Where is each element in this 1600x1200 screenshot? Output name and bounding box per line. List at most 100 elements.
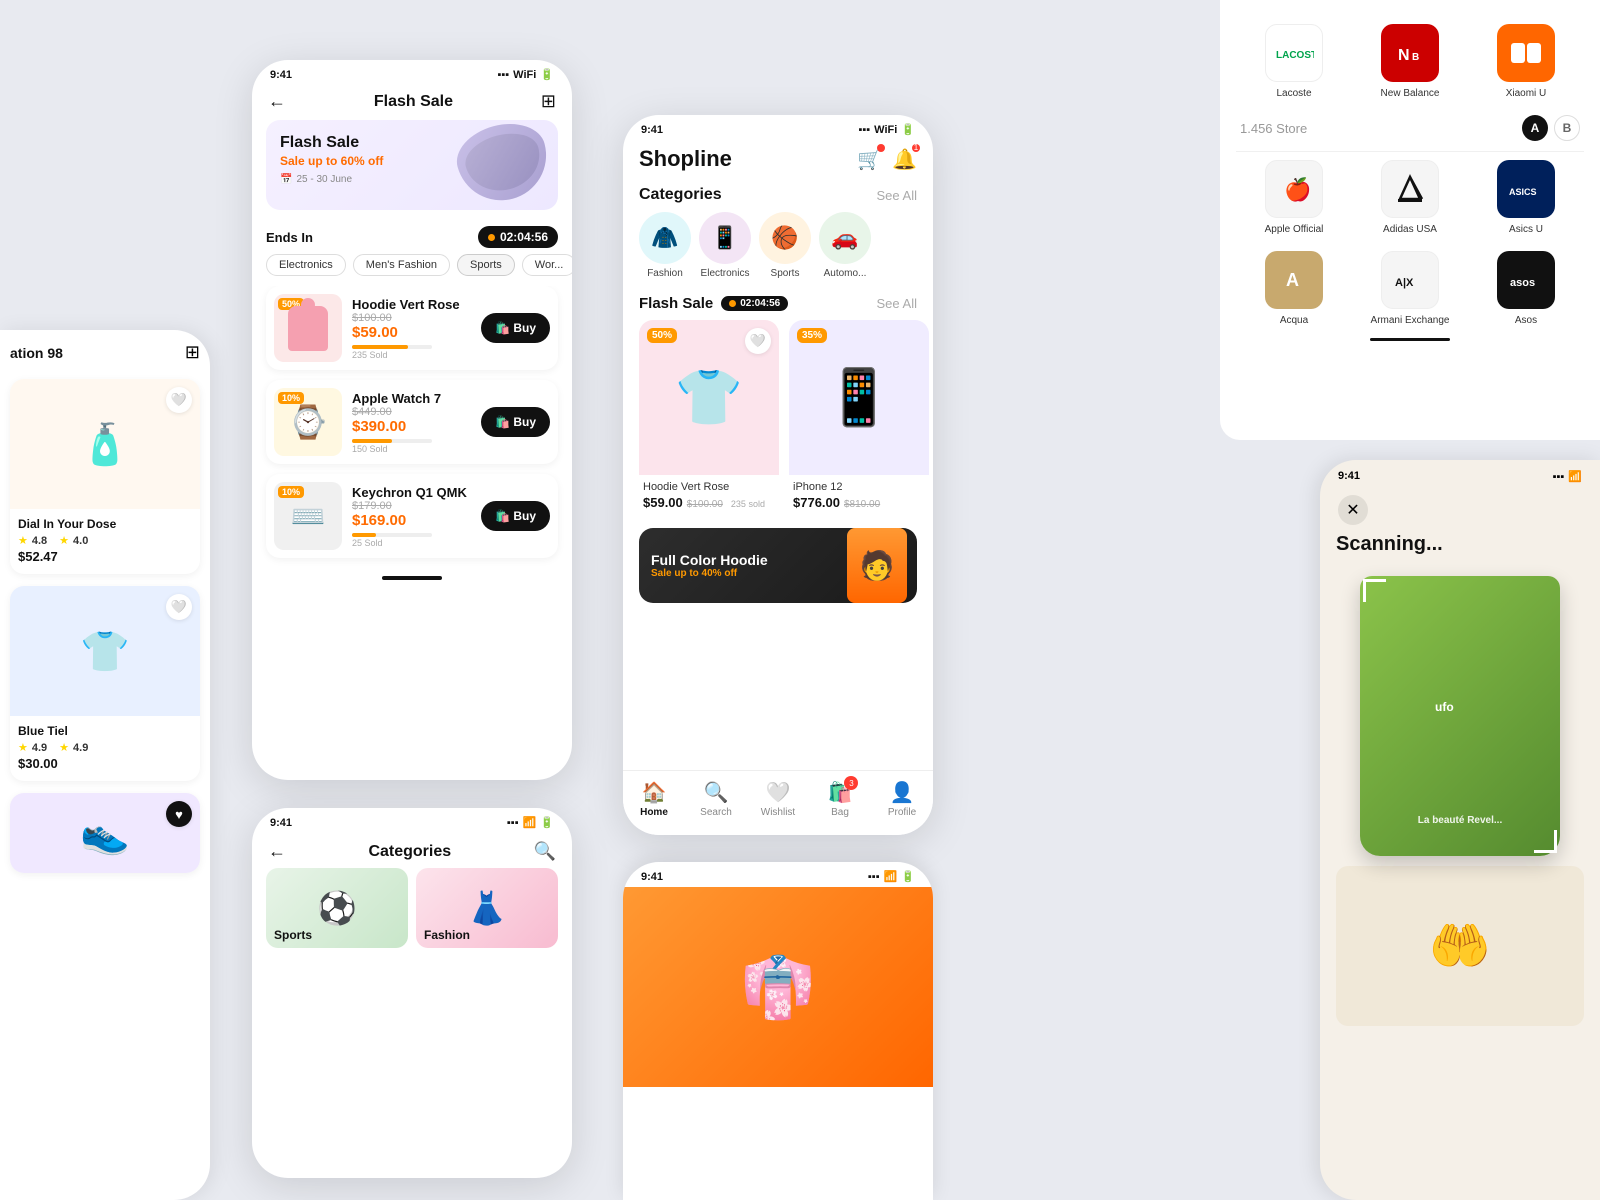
promo-person-illustration: 🧑 xyxy=(847,528,907,603)
categories-see-all[interactable]: See All xyxy=(877,188,917,203)
filter-icon[interactable]: ⊞ xyxy=(541,91,556,112)
alpha-tab-a[interactable]: A xyxy=(1522,115,1548,141)
nav-bag[interactable]: 🛍️ 3 Bag xyxy=(815,780,865,818)
cat-auto[interactable]: 🚗 Automo... xyxy=(819,212,871,279)
left-product-item-3[interactable]: 👟 ♥ xyxy=(10,793,200,873)
flash-prices-phone: $776.00 $810.00 xyxy=(793,495,925,510)
wishlist-btn-3[interactable]: ♥ xyxy=(166,801,192,827)
price-old-watch: $449.00 xyxy=(352,406,471,418)
cat-grid-sports[interactable]: ⚽ Sports xyxy=(266,868,408,948)
discount-badge-watch: 10% xyxy=(278,392,304,404)
bottom-nav: 🏠 Home 🔍 Search 🤍 Wishlist 🛍️ 3 Bag 👤 Pr… xyxy=(623,770,933,835)
chip-mens-fashion[interactable]: Men's Fashion xyxy=(353,254,450,276)
product-watch[interactable]: 10% ⌚ Apple Watch 7 $449.00 $390.00 150 … xyxy=(266,380,558,464)
scroll-indicator xyxy=(252,568,572,588)
notification-icon-wrap[interactable]: 🔔 1 xyxy=(892,147,917,172)
cat-electronics[interactable]: 📱 Electronics xyxy=(699,212,751,279)
status-time-3: 9:41 xyxy=(270,817,292,829)
flash-card-hoodie[interactable]: 50% 🤍 👕 Hoodie Vert Rose $59.00 $100.00 … xyxy=(639,320,779,516)
product-hoodie[interactable]: 50% Hoodie Vert Rose $100.00 $59.00 235 … xyxy=(266,286,558,370)
left-product-price-1: $52.47 xyxy=(18,549,192,564)
brand-asics[interactable]: ASICS Asics U xyxy=(1468,152,1584,243)
left-product-info-1: Dial In Your Dose ★ 4.8 ★ 4.0 $52.47 xyxy=(10,509,200,574)
nav-home[interactable]: 🏠 Home xyxy=(629,780,679,818)
cat-fashion[interactable]: 🧥 Fashion xyxy=(639,212,691,279)
battery-icon: 🔋 xyxy=(540,68,554,81)
chip-more[interactable]: Wor... xyxy=(522,254,572,276)
flash-info-phone: iPhone 12 $776.00 $810.00 xyxy=(789,475,929,516)
cat-grid-fashion[interactable]: 👗 Fashion xyxy=(416,868,558,948)
status-icons-5: ▪▪▪ 📶 🔋 xyxy=(868,870,915,883)
left-product-item-2[interactable]: 👕 🤍 Blue Tiel ★ 4.9 ★ 4.9 $30.00 xyxy=(10,586,200,781)
brand-new-balance[interactable]: NB New Balance xyxy=(1352,16,1468,107)
star-icon-2: ★ xyxy=(59,534,69,547)
phone-flash-sale: 9:41 ▪▪▪ WiFi 🔋 ← Flash Sale ⊞ Flash Sal… xyxy=(252,60,572,780)
product-keyboard[interactable]: 10% ⌨️ Keychron Q1 QMK $179.00 $169.00 2… xyxy=(266,474,558,558)
alpha-tab-b[interactable]: B xyxy=(1554,115,1580,141)
bag-nav-label: Bag xyxy=(831,807,849,818)
discount-phone: 35% xyxy=(797,328,827,343)
product-thumb-hoodie: 50% xyxy=(274,294,342,362)
nav-profile[interactable]: 👤 Profile xyxy=(877,780,927,818)
flash-old-phone: $810.00 xyxy=(844,499,880,510)
buy-button-hoodie[interactable]: 🛍️ Buy xyxy=(481,313,550,343)
buy-button-watch[interactable]: 🛍️ Buy xyxy=(481,407,550,437)
grid-view-icon[interactable]: ⊞ xyxy=(185,342,200,363)
flash-card-phone[interactable]: 35% 📱 iPhone 12 $776.00 $810.00 xyxy=(789,320,929,516)
sold-bar-watch: 150 Sold xyxy=(352,439,471,454)
buy-button-keyboard[interactable]: 🛍️ Buy xyxy=(481,501,550,531)
brand-armani[interactable]: A|X Armani Exchange xyxy=(1352,243,1468,334)
price-new-watch: $390.00 xyxy=(352,418,471,435)
timer-dot xyxy=(488,234,495,241)
chip-sports[interactable]: Sports xyxy=(457,254,515,276)
wifi-icon-5: 📶 xyxy=(884,870,898,883)
product-name-hoodie: Hoodie Vert Rose xyxy=(352,297,471,312)
brand-apple[interactable]: 🍎 Apple Official xyxy=(1236,152,1352,243)
flash-price-hoodie: $59.00 xyxy=(643,495,683,510)
signal-icon-5: ▪▪▪ xyxy=(868,871,880,883)
xiaomi-logo-top xyxy=(1497,24,1555,82)
search-icon-3[interactable]: 🔍 xyxy=(534,841,556,862)
brand-adidas[interactable]: Adidas USA xyxy=(1352,152,1468,243)
cat-sports-label: Sports xyxy=(771,268,800,279)
left-product-stars-2: ★ 4.9 ★ 4.9 xyxy=(18,741,192,754)
close-button[interactable]: ✕ xyxy=(1338,495,1368,525)
heart-btn-hoodie[interactable]: 🤍 xyxy=(745,328,771,354)
shopline-header-icons: 🛒 🔔 1 xyxy=(857,147,917,172)
wishlist-btn-1[interactable]: 🤍 xyxy=(166,387,192,413)
price-new-keyboard: $169.00 xyxy=(352,512,471,529)
cat-sports[interactable]: 🏀 Sports xyxy=(759,212,811,279)
wishlist-btn-2[interactable]: 🤍 xyxy=(166,594,192,620)
back-button-1[interactable]: ← xyxy=(268,91,286,112)
chip-electronics[interactable]: Electronics xyxy=(266,254,346,276)
product-emoji-3: 👟 xyxy=(80,810,130,857)
cat-sports-overlay-label: Sports xyxy=(274,928,312,942)
wifi-icon: WiFi xyxy=(513,69,536,81)
brand-row-2: 🍎 Apple Official Adidas USA ASICS Asics … xyxy=(1236,152,1584,243)
brand-acqua[interactable]: A Acqua xyxy=(1236,243,1352,334)
brand-asos[interactable]: asos Asos xyxy=(1468,243,1584,334)
promo-banner[interactable]: Full Color Hoodie Sale up to 40% off 🧑 xyxy=(639,528,917,603)
scan-frame xyxy=(1360,576,1560,856)
nav-search[interactable]: 🔍 Search xyxy=(691,780,741,818)
flash-name-hoodie: Hoodie Vert Rose xyxy=(643,481,775,493)
flash-img-hoodie: 50% 🤍 👕 xyxy=(639,320,779,475)
stores-row: 1.456 Store A B xyxy=(1236,107,1584,152)
price-old-keyboard: $179.00 xyxy=(352,500,471,512)
phone-scanning: 9:41 ▪▪▪ 📶 ✕ Scanning... ufo La beauté R… xyxy=(1320,460,1600,1200)
apple-name: Apple Official xyxy=(1265,224,1324,235)
left-product-item-1[interactable]: 🧴 🤍 Dial In Your Dose ★ 4.8 ★ 4.0 $52.47 xyxy=(10,379,200,574)
flash-sale-see-all[interactable]: See All xyxy=(877,296,917,311)
category-grid: 🧥 Fashion 📱 Electronics 🏀 Sports 🚗 Autom… xyxy=(623,212,933,291)
home-nav-label: Home xyxy=(640,807,668,818)
flash-products-grid: 50% 🤍 👕 Hoodie Vert Rose $59.00 $100.00 … xyxy=(623,320,933,528)
brand-xiaomi-top[interactable]: Xiaomi U xyxy=(1468,16,1584,107)
categories-page-header: ← Categories 🔍 xyxy=(252,833,572,868)
brand-lacoste[interactable]: LACOSTE Lacoste xyxy=(1236,16,1352,107)
nav-wishlist[interactable]: 🤍 Wishlist xyxy=(753,780,803,818)
lacoste-logo: LACOSTE xyxy=(1265,24,1323,82)
product-name-watch: Apple Watch 7 xyxy=(352,391,471,406)
cart-icon-wrap[interactable]: 🛒 xyxy=(857,147,882,172)
profile-nav-label: Profile xyxy=(888,807,916,818)
back-button-3[interactable]: ← xyxy=(268,841,286,862)
